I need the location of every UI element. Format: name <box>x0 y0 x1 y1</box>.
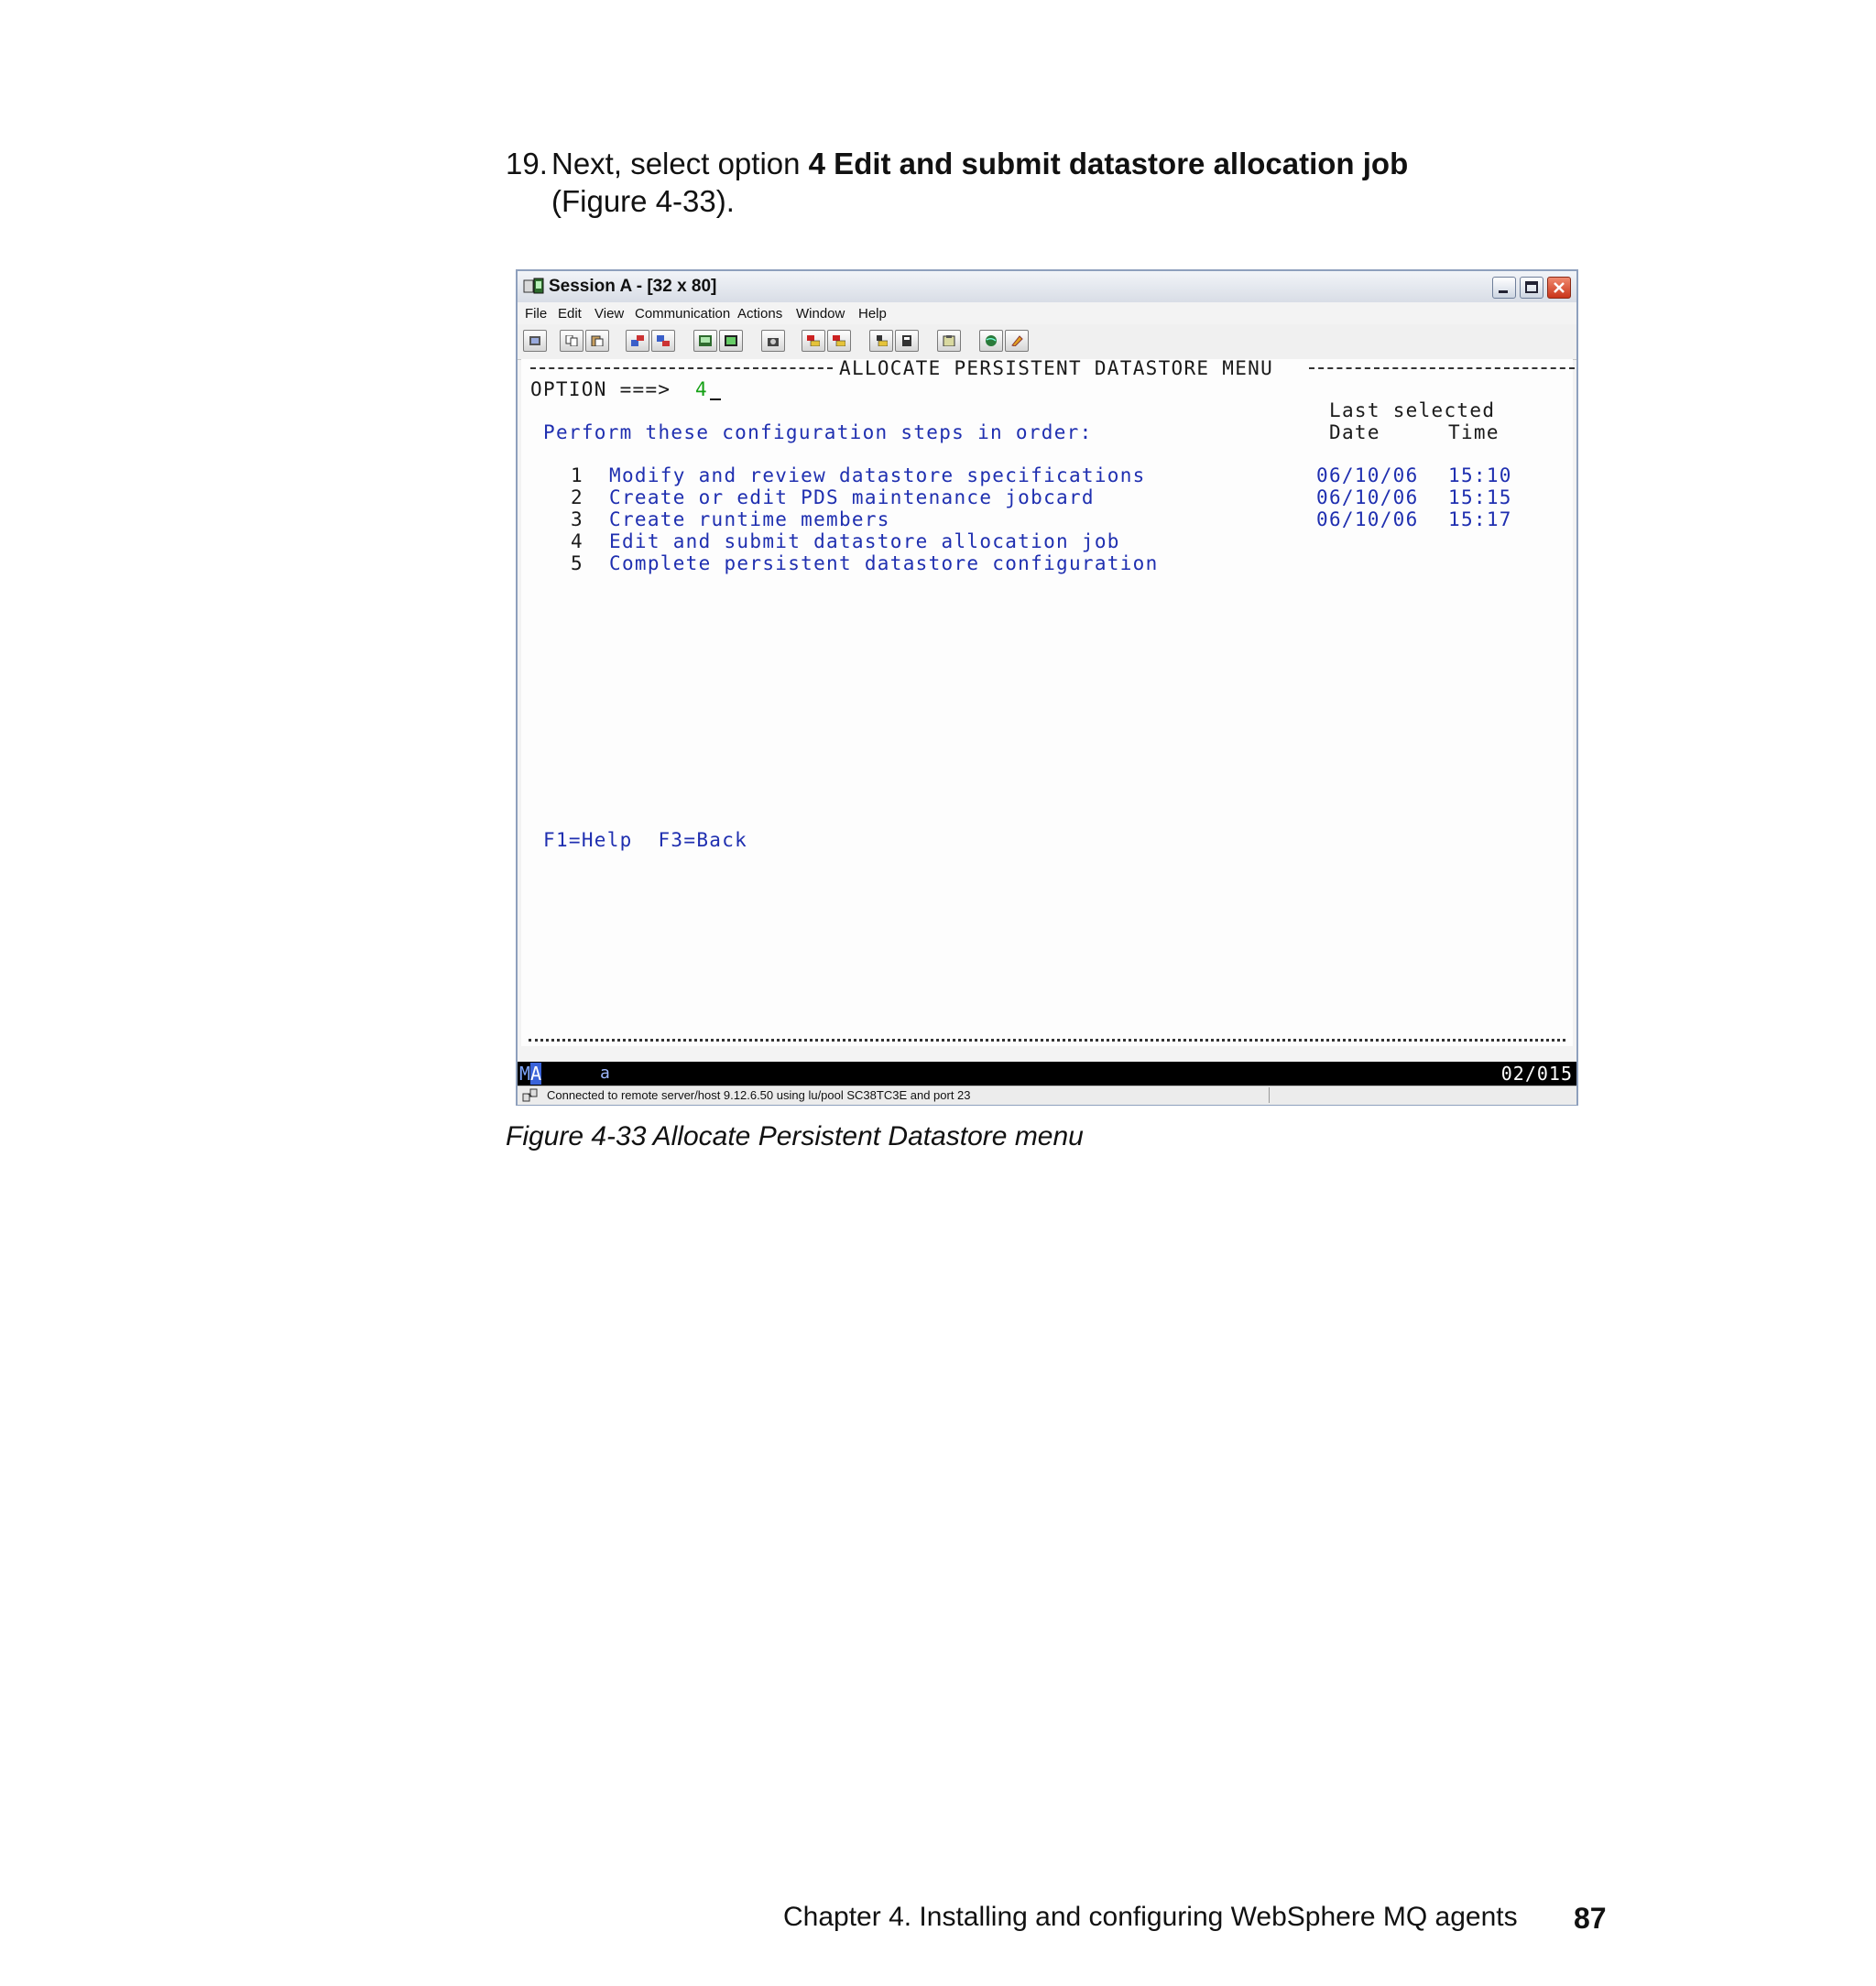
paste-icon <box>591 335 604 346</box>
play-macro-icon <box>807 335 820 346</box>
step-3-label[interactable]: Create runtime members <box>609 508 890 530</box>
option-input[interactable]: 4 <box>695 378 721 400</box>
menu-help[interactable]: Help <box>858 306 887 322</box>
step-bold: 4 Edit and submit datastore allocation j… <box>808 147 1409 180</box>
step-number: 19. <box>506 147 548 180</box>
globe-icon <box>986 335 997 346</box>
keyboard-button[interactable] <box>719 330 743 352</box>
minimize-button[interactable] <box>1492 277 1516 299</box>
menu-file[interactable]: File <box>525 306 547 322</box>
connection-icon <box>522 1088 538 1102</box>
minimize-icon <box>1499 290 1508 293</box>
globe-button[interactable] <box>979 330 1003 352</box>
stop-macro-button[interactable] <box>827 330 851 352</box>
menu-actions[interactable]: Actions <box>737 306 782 322</box>
macro-list-icon <box>902 335 911 346</box>
function-keys[interactable]: F1=Help F3=Back <box>543 829 747 851</box>
maximize-button[interactable] <box>1520 277 1543 299</box>
play-macro-button[interactable] <box>802 330 825 352</box>
step-4-number: 4 <box>571 530 584 552</box>
last-selected-header: Last selected <box>1329 399 1496 421</box>
copy-icon <box>565 335 578 346</box>
menu-edit[interactable]: Edit <box>558 306 582 322</box>
run-macro-button[interactable] <box>869 330 893 352</box>
send-icon <box>631 335 644 346</box>
step-3-time: 15:17 <box>1448 508 1512 530</box>
clipboard-button[interactable] <box>937 330 961 352</box>
instruction-text: Perform these configuration steps in ord… <box>543 421 1093 443</box>
receive-file-button[interactable] <box>651 330 675 352</box>
title-dash-left <box>530 367 833 369</box>
step-1-date: 06/10/06 <box>1316 464 1419 486</box>
close-button[interactable] <box>1547 277 1571 299</box>
maximize-icon <box>1525 281 1538 293</box>
stop-macro-icon <box>833 335 845 346</box>
screen-bottom-dots <box>529 1039 1565 1045</box>
page-number: 87 <box>1574 1902 1607 1935</box>
step-5-number: 5 <box>571 552 584 574</box>
step-1-time: 15:10 <box>1448 464 1512 486</box>
step-4-label[interactable]: Edit and submit datastore allocation job <box>609 530 1120 552</box>
step-text: Next, select option 4 Edit and submit da… <box>551 145 1605 220</box>
edit-button[interactable] <box>1005 330 1029 352</box>
close-icon <box>1554 282 1565 293</box>
step-3-date: 06/10/06 <box>1316 508 1419 530</box>
edit-icon <box>1011 335 1023 346</box>
window-title: Session A - [32 x 80] <box>549 277 717 296</box>
menu-window[interactable]: Window <box>796 306 845 322</box>
keyboard-icon <box>725 335 737 346</box>
step-1-label[interactable]: Modify and review datastore specificatio… <box>609 464 1146 486</box>
menu-view[interactable]: View <box>594 306 624 322</box>
step-2-number: 2 <box>571 486 584 508</box>
clipboard-icon <box>943 335 955 346</box>
step-1-number: 1 <box>571 464 584 486</box>
step-3-number: 3 <box>571 508 584 530</box>
menu-title: ALLOCATE PERSISTENT DATASTORE MENU <box>839 357 1274 379</box>
step-paragraph: 19. Next, select option 4 Edit and submi… <box>506 145 1605 220</box>
title-bar[interactable]: Session A - [32 x 80] <box>518 271 1576 303</box>
input-indicator: a <box>600 1064 610 1083</box>
chapter-footer: Chapter 4. Installing and configuring We… <box>783 1902 1518 1932</box>
text-cursor <box>709 380 721 400</box>
terminal-screen[interactable]: ALLOCATE PERSISTENT DATASTORE MENU OPTIO… <box>521 357 1575 1046</box>
paste-button[interactable] <box>585 330 609 352</box>
status-text: Connected to remote server/host 9.12.6.5… <box>547 1088 971 1102</box>
operator-info-area: MA a 02/015 <box>518 1062 1576 1086</box>
cursor-position: 02/015 <box>1500 1063 1573 1085</box>
step-lead: Next, select option <box>551 147 809 180</box>
ma-indicator: MA <box>519 1063 542 1085</box>
status-separator <box>1269 1087 1270 1103</box>
step-5-label[interactable]: Complete persistent datastore configurat… <box>609 552 1159 574</box>
copy-button[interactable] <box>560 330 584 352</box>
step-ref: (Figure 4-33). <box>551 184 735 218</box>
session-app-icon <box>523 278 544 294</box>
macro-list-button[interactable] <box>895 330 919 352</box>
receive-icon <box>657 335 670 346</box>
record-button[interactable] <box>761 330 785 352</box>
figure-caption: Figure 4-33 Allocate Persistent Datastor… <box>506 1121 1084 1151</box>
display-button[interactable] <box>693 330 717 352</box>
time-column-header: Time <box>1448 421 1500 443</box>
record-icon <box>768 338 779 346</box>
emulator-window: Session A - [32 x 80] File Edit View Com… <box>516 269 1578 1106</box>
date-column-header: Date <box>1329 421 1380 443</box>
step-2-time: 15:15 <box>1448 486 1512 508</box>
step-2-date: 06/10/06 <box>1316 486 1419 508</box>
step-2-label[interactable]: Create or edit PDS maintenance jobcard <box>609 486 1095 508</box>
toolbar <box>518 324 1576 360</box>
run-macro-icon <box>877 335 888 346</box>
send-file-button[interactable] <box>626 330 649 352</box>
menu-communication[interactable]: Communication <box>635 306 730 322</box>
title-dash-right <box>1309 367 1575 369</box>
print-screen-button[interactable] <box>523 330 547 352</box>
status-bar: Connected to remote server/host 9.12.6.5… <box>518 1086 1576 1105</box>
display-icon <box>699 335 712 346</box>
option-value: 4 <box>695 378 708 400</box>
menu-bar: File Edit View Communication Actions Win… <box>518 302 1576 324</box>
print-screen-icon <box>529 336 540 345</box>
option-prompt: OPTION ===> <box>530 378 671 400</box>
